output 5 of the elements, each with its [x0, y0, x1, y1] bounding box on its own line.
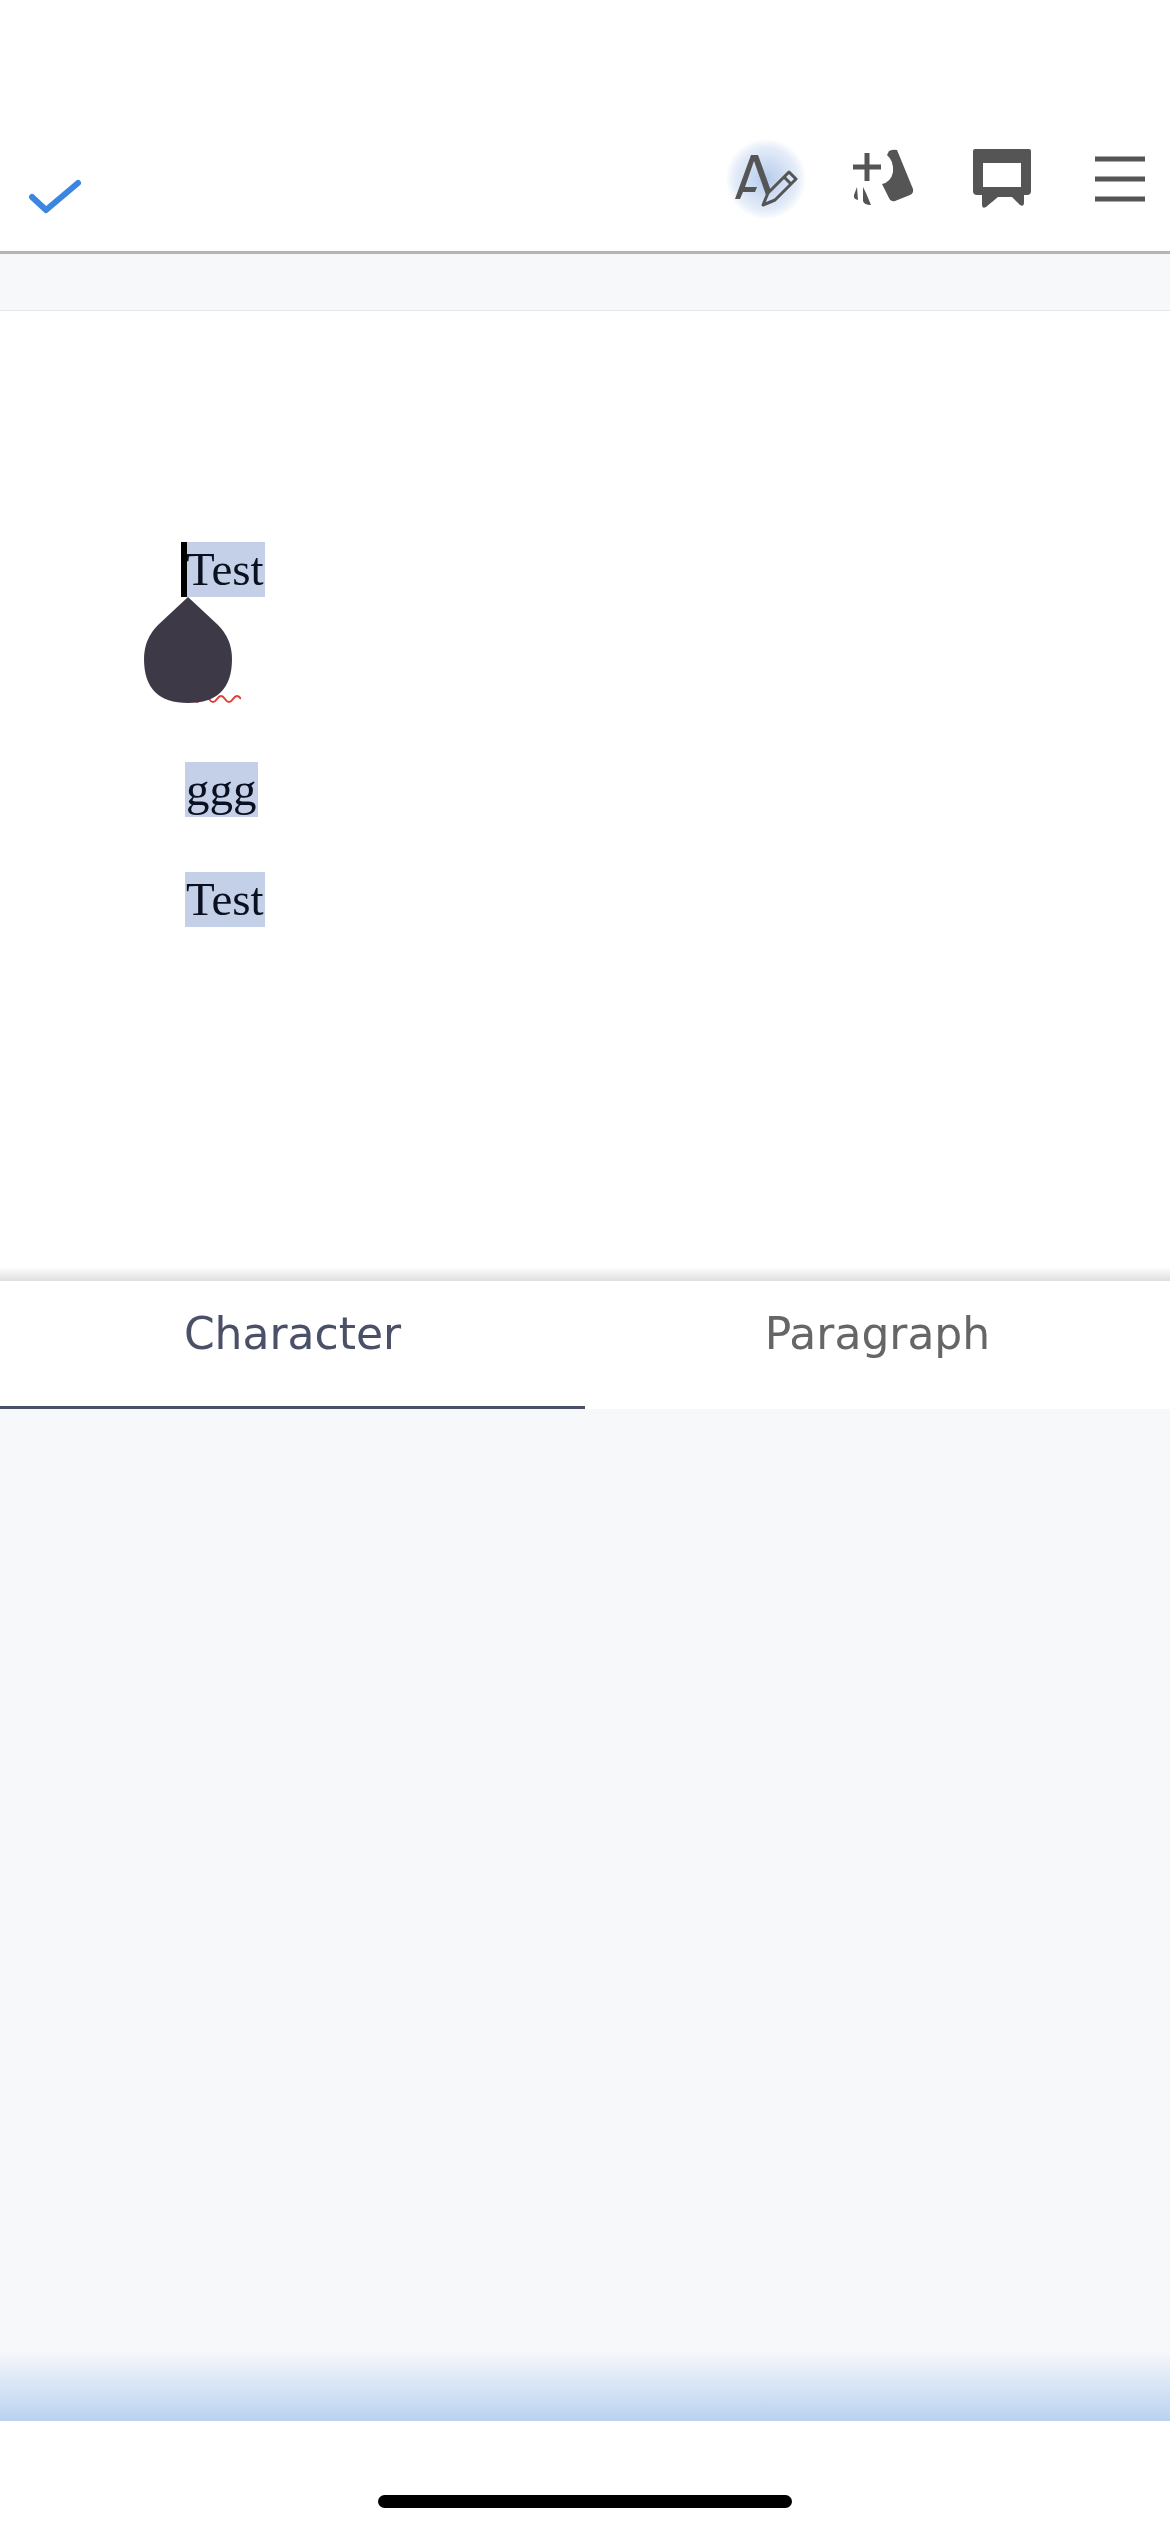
document-text: ggg — [185, 761, 258, 817]
comment-icon[interactable] — [970, 147, 1034, 211]
document-text: Test — [185, 871, 265, 927]
menu-icon[interactable] — [1095, 156, 1145, 202]
document-text: Test — [185, 541, 265, 597]
